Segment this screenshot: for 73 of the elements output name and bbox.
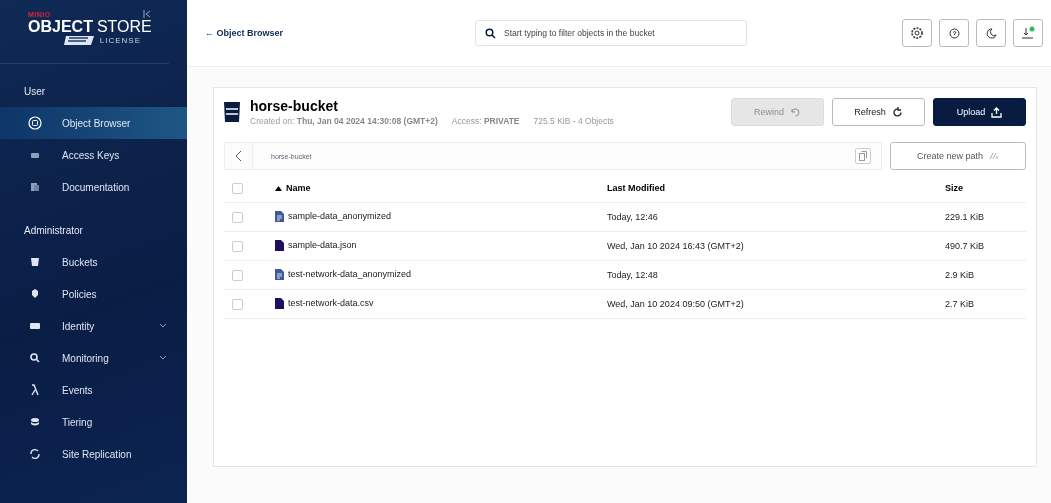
- search-icon: [28, 351, 42, 365]
- upload-button[interactable]: Upload: [933, 98, 1026, 126]
- file-size: 2.9 KiB: [945, 270, 975, 280]
- collapse-icon[interactable]: [143, 10, 151, 18]
- file-name[interactable]: test-network-data_anonymized: [288, 269, 412, 279]
- help-icon: [948, 27, 960, 39]
- chevron-left-icon: [235, 150, 242, 162]
- sidebar-item[interactable]: Access Keys: [0, 139, 187, 171]
- bucket-icon: [224, 102, 240, 122]
- column-header[interactable]: Name: [275, 183, 311, 194]
- bucket-name: horse-bucket: [250, 98, 339, 114]
- section-title: Administrator: [23, 224, 84, 238]
- refresh-icon: [891, 106, 903, 118]
- moon-icon: [985, 27, 997, 39]
- license-badge-icon: [63, 36, 94, 45]
- sync-icon: [28, 447, 42, 461]
- downloads-button[interactable]: [1013, 19, 1043, 47]
- sidebar-item[interactable]: Documentation: [0, 171, 187, 203]
- file-icon: [275, 297, 284, 309]
- created-date: Created on: Thu, Jan 04 2024 14:30:08 (GMT+2): [250, 116, 438, 126]
- sidebar-item[interactable]: Object Browser: [0, 107, 187, 139]
- file-size: 229.1 KiB: [945, 212, 985, 222]
- access-level: Access: PRIVATE: [451, 116, 520, 126]
- refresh-button[interactable]: Refresh: [832, 98, 925, 126]
- sidebar-item[interactable]: Monitoring: [0, 342, 187, 374]
- upload-icon: [991, 106, 1003, 118]
- modified-date: Today, 12:48: [607, 270, 658, 280]
- search-field[interactable]: Start typing to filter objects in the bucket: [475, 20, 747, 46]
- row-checkbox[interactable]: [232, 211, 243, 223]
- file-icon: [275, 239, 284, 251]
- settings-button[interactable]: [902, 19, 932, 47]
- row-checkbox[interactable]: [232, 240, 243, 252]
- brand-name: OBJECT: [28, 18, 93, 35]
- sidebar-item[interactable]: Tiering: [0, 406, 187, 438]
- sidebar-item[interactable]: Events: [0, 374, 187, 406]
- file-name[interactable]: sample-data_anonymized: [288, 211, 392, 221]
- bucket-circle-icon: [28, 116, 42, 130]
- select-all-checkbox[interactable]: [232, 182, 243, 194]
- modified-date: Wed, Jan 10 2024 09:50 (GMT+2): [607, 299, 744, 309]
- brand-name-light: STORE: [96, 18, 152, 35]
- file-size: 490.7 KiB: [945, 241, 985, 251]
- row-checkbox[interactable]: [232, 298, 243, 310]
- sidebar-item[interactable]: Policies: [0, 278, 187, 310]
- copy-button[interactable]: [855, 148, 871, 164]
- documents-icon: [28, 180, 42, 194]
- sidebar-item[interactable]: Buckets: [0, 246, 187, 278]
- help-button[interactable]: [939, 19, 969, 47]
- row-checkbox[interactable]: [232, 269, 243, 281]
- sidebar-item[interactable]: Site Replication: [0, 438, 187, 470]
- column-header[interactable]: Last Modified: [607, 183, 665, 193]
- license-label: LICENSE: [99, 36, 141, 45]
- settings-icon: [910, 26, 924, 40]
- modified-date: Wed, Jan 10 2024 16:43 (GMT+2): [607, 241, 744, 251]
- path-icon: [989, 152, 999, 160]
- lambda-icon: [28, 383, 42, 397]
- column-header[interactable]: Size: [945, 183, 963, 193]
- create-path-button[interactable]: Create new path: [890, 142, 1026, 170]
- copy-icon: [859, 151, 867, 161]
- dark-mode-button[interactable]: [976, 19, 1006, 47]
- document-icon: [275, 268, 284, 280]
- file-name[interactable]: sample-data.json: [288, 240, 357, 250]
- section-title: User: [23, 85, 47, 99]
- download-icon: [1021, 26, 1035, 40]
- bucket-icon: [28, 255, 42, 269]
- back-link[interactable]: ← Object Browser: [205, 28, 475, 38]
- file-name[interactable]: test-network-data.csv: [288, 298, 374, 308]
- sidebar-item[interactable]: Identity: [0, 310, 187, 342]
- sort-up-icon: [275, 185, 282, 191]
- bucket-summary: 725.5 KiB - 4 Objects: [533, 116, 614, 126]
- modified-date: Today, 12:46: [607, 212, 658, 222]
- file-size: 2.7 KiB: [945, 299, 975, 309]
- rewind-icon: [790, 106, 801, 118]
- document-icon: [275, 210, 284, 222]
